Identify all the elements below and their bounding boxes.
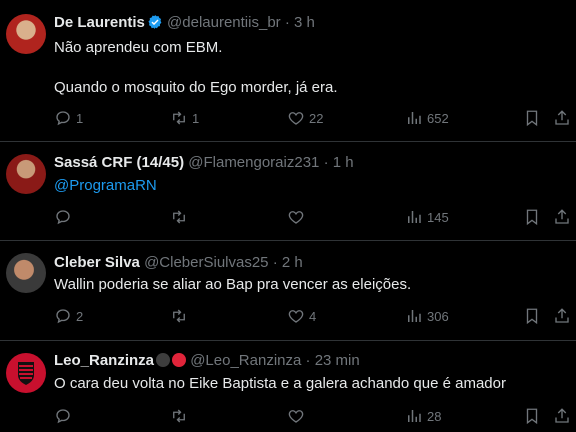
- views-count: 145: [427, 209, 449, 225]
- author-handle[interactable]: @CleberSiulvas25: [144, 254, 268, 271]
- retweet-button[interactable]: [170, 407, 188, 425]
- tweet-text: O cara deu volta no Eike Baptista e a ga…: [54, 375, 506, 392]
- retweet-icon: [170, 109, 188, 127]
- bookmark-icon: [523, 208, 541, 226]
- action-bar: 2 4 306: [54, 307, 576, 329]
- like-icon: [287, 407, 305, 425]
- views-icon: [405, 307, 423, 325]
- reply-count: 1: [76, 110, 84, 126]
- author-name[interactable]: Leo_Ranzinza: [54, 352, 154, 369]
- reply-button[interactable]: 1: [54, 109, 83, 127]
- reply-icon: [54, 307, 72, 325]
- views-button[interactable]: 652: [405, 109, 449, 127]
- retweet-count: 1: [192, 110, 200, 126]
- tweet-1[interactable]: De Laurentis @delaurentiis_br · 3 h Não …: [0, 0, 576, 142]
- tweet-text-line: Não aprendeu com EBM.: [54, 39, 223, 56]
- share-button[interactable]: [553, 208, 571, 226]
- like-count: 22: [309, 110, 324, 126]
- timestamp[interactable]: 23 min: [315, 352, 360, 369]
- like-button[interactable]: 22: [287, 109, 323, 127]
- action-bar: 1 1 22 652: [54, 109, 576, 131]
- separator: ·: [305, 352, 311, 369]
- like-icon: [287, 109, 305, 127]
- mention-link[interactable]: @ProgramaRN: [54, 176, 157, 196]
- timestamp[interactable]: 1 h: [333, 154, 354, 171]
- action-bar: 28: [54, 407, 576, 429]
- views-count: 652: [427, 110, 449, 126]
- bookmark-icon: [523, 109, 541, 127]
- tweet-2[interactable]: Sassá CRF (14/45) @Flamengoraiz231 · 1 h…: [0, 141, 576, 241]
- bookmark-button[interactable]: [523, 307, 541, 325]
- reply-button[interactable]: [54, 407, 72, 425]
- avatar[interactable]: [6, 253, 46, 293]
- retweet-button[interactable]: [170, 208, 188, 226]
- bookmark-button[interactable]: [523, 109, 541, 127]
- reply-button[interactable]: 2: [54, 307, 83, 325]
- views-icon: [405, 208, 423, 226]
- bookmark-icon: [523, 307, 541, 325]
- views-icon: [405, 407, 423, 425]
- tweet-text: Wallin poderia se aliar ao Bap pra vence…: [54, 276, 412, 293]
- author-handle[interactable]: @Leo_Ranzinza: [190, 352, 301, 369]
- black-circle-emoji-icon: [156, 353, 171, 367]
- views-button[interactable]: 145: [405, 208, 449, 226]
- like-icon: [287, 208, 305, 226]
- flamengo-crest-icon: [18, 362, 34, 385]
- timestamp[interactable]: 3 h: [294, 14, 315, 31]
- share-button[interactable]: [553, 307, 571, 325]
- action-bar: 145: [54, 208, 576, 230]
- share-icon: [553, 109, 571, 127]
- avatar[interactable]: [6, 14, 46, 54]
- avatar[interactable]: [6, 154, 46, 194]
- share-icon: [553, 407, 571, 425]
- tweet-4[interactable]: Leo_Ranzinza @Leo_Ranzinza · 23 min O ca…: [0, 340, 576, 432]
- bookmark-button[interactable]: [523, 407, 541, 425]
- tweet-text-line: Quando o mosquito do Ego morder, já era.: [54, 79, 338, 96]
- like-button[interactable]: 4: [287, 307, 316, 325]
- like-icon: [287, 307, 305, 325]
- tweet-3[interactable]: Cleber Silva @CleberSiulvas25 · 2 h Wall…: [0, 240, 576, 341]
- separator: ·: [284, 14, 290, 31]
- views-icon: [405, 109, 423, 127]
- avatar[interactable]: [6, 353, 46, 393]
- red-circle-emoji-icon: [172, 353, 187, 367]
- separator: ·: [323, 154, 329, 171]
- retweet-icon: [170, 407, 188, 425]
- author-name[interactable]: Cleber Silva: [54, 254, 140, 271]
- author-name[interactable]: Sassá CRF (14/45): [54, 154, 184, 171]
- share-button[interactable]: [553, 407, 571, 425]
- views-button[interactable]: 28: [405, 407, 441, 425]
- reply-button[interactable]: [54, 208, 72, 226]
- reply-icon: [54, 407, 72, 425]
- views-count: 306: [427, 308, 449, 324]
- like-button[interactable]: [287, 407, 305, 425]
- retweet-button[interactable]: [170, 307, 188, 325]
- retweet-icon: [170, 208, 188, 226]
- author-handle[interactable]: @Flamengoraiz231: [188, 154, 319, 171]
- bookmark-button[interactable]: [523, 208, 541, 226]
- retweet-button[interactable]: 1: [170, 109, 199, 127]
- bookmark-icon: [523, 407, 541, 425]
- reply-icon: [54, 208, 72, 226]
- like-button[interactable]: [287, 208, 305, 226]
- verified-icon: [147, 14, 163, 36]
- share-icon: [553, 307, 571, 325]
- share-button[interactable]: [553, 109, 571, 127]
- retweet-icon: [170, 307, 188, 325]
- timestamp[interactable]: 2 h: [282, 254, 303, 271]
- separator: ·: [272, 254, 278, 271]
- like-count: 4: [309, 308, 317, 324]
- views-count: 28: [427, 408, 442, 424]
- reply-count: 2: [76, 308, 84, 324]
- author-name[interactable]: De Laurentis: [54, 14, 145, 31]
- share-icon: [553, 208, 571, 226]
- views-button[interactable]: 306: [405, 307, 449, 325]
- reply-icon: [54, 109, 72, 127]
- author-handle[interactable]: @delaurentiis_br: [167, 14, 281, 31]
